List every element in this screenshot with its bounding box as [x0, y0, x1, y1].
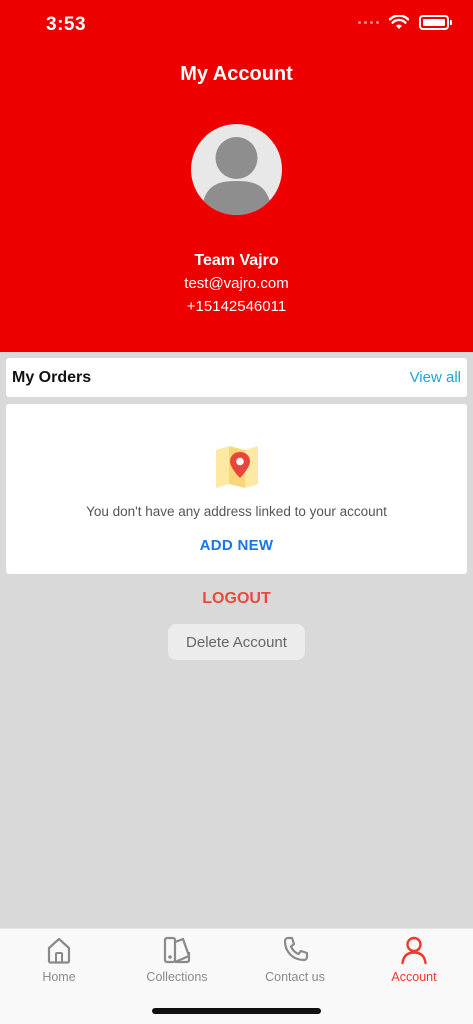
- collections-icon: [163, 936, 191, 964]
- map-pin-icon: [216, 446, 258, 488]
- tab-contact-us[interactable]: Contact us: [236, 935, 354, 984]
- user-phone: +15142546011: [186, 298, 287, 315]
- view-all-link[interactable]: View all: [410, 369, 461, 386]
- tab-contact-us-label: Contact us: [265, 970, 325, 984]
- tab-home[interactable]: Home: [0, 935, 118, 984]
- tab-home-label: Home: [42, 970, 76, 984]
- status-time: 3:53: [46, 14, 87, 35]
- logout-button[interactable]: LOGOUT: [0, 590, 473, 608]
- battery-icon: [419, 15, 452, 30]
- avatar[interactable]: [191, 124, 282, 215]
- tab-account[interactable]: Account: [355, 935, 473, 984]
- my-orders-bar: My Orders View all: [6, 358, 467, 397]
- signal-icon: [358, 21, 379, 24]
- user-name: Team Vajro: [194, 252, 279, 269]
- add-new-address-button[interactable]: ADD NEW: [6, 537, 467, 554]
- account-header: 3:53 My Account Team Vajro test@vajro.co…: [0, 0, 473, 352]
- home-icon: [47, 937, 71, 964]
- delete-account-button[interactable]: Delete Account: [168, 624, 305, 660]
- status-icons: [358, 15, 452, 30]
- user-email: test@vajro.com: [184, 275, 289, 292]
- wifi-icon: [389, 15, 409, 29]
- account-screen: 3:53 My Account Team Vajro test@vajro.co…: [0, 0, 473, 1024]
- tab-collections-label: Collections: [146, 970, 208, 984]
- phone-icon: [283, 936, 309, 962]
- tab-account-label: Account: [391, 970, 437, 984]
- avatar-placeholder-icon: [201, 137, 272, 215]
- page-title: My Account: [180, 63, 293, 85]
- person-icon: [401, 936, 427, 965]
- home-indicator: [152, 1008, 321, 1014]
- tab-collections[interactable]: Collections: [118, 935, 236, 984]
- address-card: You don't have any address linked to you…: [6, 404, 467, 574]
- no-address-message: You don't have any address linked to you…: [86, 504, 387, 519]
- my-orders-title: My Orders: [12, 368, 92, 386]
